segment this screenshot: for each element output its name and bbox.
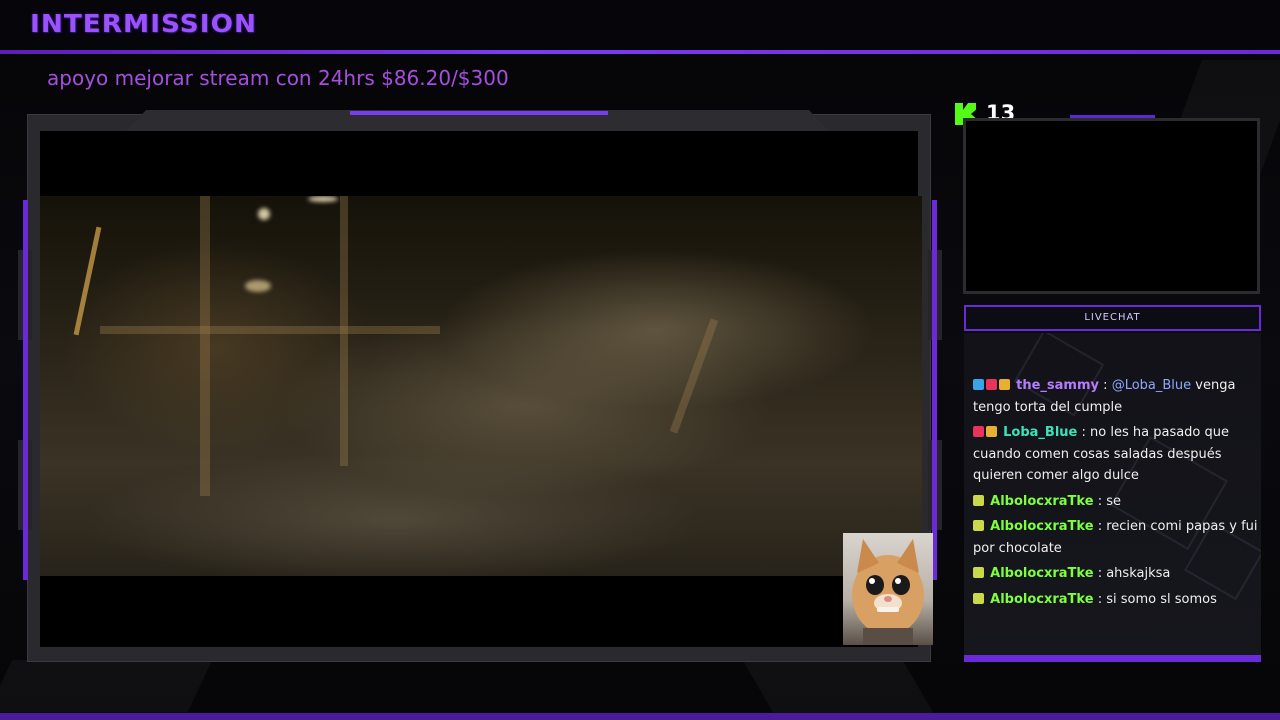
chat-message-list: the_sammy : @Loba_Blue venga tengo torta…: [973, 375, 1273, 614]
game-video-scene: [40, 196, 922, 576]
chat-message: AlbolocxraTke : si somo sl somos: [973, 589, 1273, 611]
cat-badge-icon: [973, 494, 984, 506]
chat-message: AlbolocxraTke : ahskajksa: [973, 563, 1273, 585]
camera-frame: [963, 118, 1260, 294]
crown-badge-icon: [986, 426, 997, 437]
chat-username[interactable]: AlbolocxraTke: [990, 592, 1093, 607]
bottom-accent-line: [0, 713, 1280, 720]
scene-light: [308, 196, 338, 202]
heart-badge-icon: [986, 379, 997, 390]
livechat-header: LIVECHAT: [964, 305, 1261, 331]
scene-beam: [200, 196, 210, 496]
chat-mention[interactable]: @Loba_Blue: [1112, 378, 1191, 393]
cat-icon: [852, 539, 924, 645]
background-shard: [0, 660, 213, 712]
scene-beam: [669, 318, 719, 434]
cat-badge-icon: [973, 567, 984, 578]
scene-beam: [100, 326, 440, 334]
chat-text: ahskajksa: [1106, 566, 1171, 581]
chat-separator: :: [1097, 591, 1103, 607]
chat-message: Loba_Blue : no les ha pasado que cuando …: [973, 422, 1273, 487]
crown-badge-icon: [999, 379, 1010, 390]
chat-separator: :: [1097, 493, 1103, 509]
frame-side-accent-right: [932, 200, 937, 580]
scene-light: [245, 280, 271, 292]
chat-username[interactable]: AlbolocxraTke: [990, 566, 1093, 581]
chat-message: AlbolocxraTke : recien comi papas y fui …: [973, 516, 1273, 559]
chat-separator: :: [1097, 566, 1103, 581]
chat-username[interactable]: AlbolocxraTke: [990, 494, 1093, 509]
chat-username[interactable]: Loba_Blue: [1003, 425, 1077, 440]
background-shard: [742, 660, 938, 720]
chat-username[interactable]: the_sammy: [1016, 378, 1099, 393]
game-frame-top-accent: [350, 111, 608, 115]
chat-text: si somo sl somos: [1106, 591, 1217, 607]
donation-goal-text: apoyo mejorar stream con 24hrs $86.20/$3…: [47, 66, 509, 90]
chat-separator: :: [1081, 425, 1086, 440]
chat-username[interactable]: AlbolocxraTke: [990, 519, 1093, 534]
cat-badge-icon: [973, 520, 984, 531]
header-accent-line: [0, 50, 1280, 54]
chat-separator: :: [1103, 378, 1108, 393]
chat-separator: :: [1097, 519, 1103, 534]
page-title: INTERMISSION: [30, 9, 257, 38]
scene-beam: [73, 226, 102, 336]
heart-badge-icon: [973, 426, 984, 437]
chat-message: the_sammy : @Loba_Blue venga tengo torta…: [973, 375, 1273, 418]
cat-badge-icon: [973, 592, 984, 604]
chat-bottom-accent: [964, 655, 1261, 662]
verified-badge-icon: [973, 379, 984, 390]
scene-light: [258, 208, 270, 220]
frame-side-accent-left: [23, 200, 28, 580]
webcam-cat-image: [843, 533, 933, 645]
chat-text: se: [1106, 493, 1121, 509]
chat-message: AlbolocxraTke : se: [973, 491, 1273, 513]
